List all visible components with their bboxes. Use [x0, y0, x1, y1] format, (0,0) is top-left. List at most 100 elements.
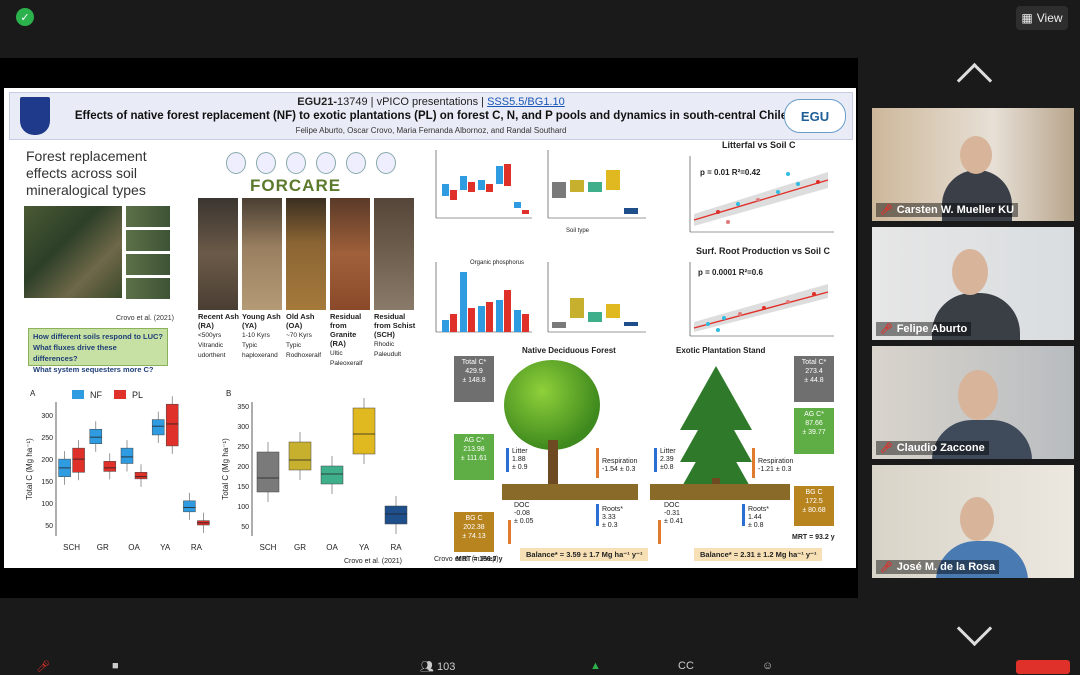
video-icon[interactable]: ■	[112, 660, 119, 672]
label: DOC	[514, 502, 530, 509]
abstract-line: EGU21-13749 | vPICO presentations | SSS5…	[10, 96, 852, 108]
error: ± 0.9	[512, 464, 528, 471]
value: -1.21 ± 0.3	[758, 466, 792, 473]
error: ± 111.61	[460, 455, 488, 462]
partner-logo	[256, 152, 276, 174]
value: 213.98	[463, 446, 485, 453]
participant-tile[interactable]: 🎤︎ Felipe Aburto	[872, 227, 1074, 340]
y-tick-label: 250	[237, 444, 249, 451]
nf-ag-c-box: AG C* 213.98 ± 111.61	[454, 434, 494, 480]
x-tick-label: YA	[359, 543, 370, 552]
session-link[interactable]: SSS5.5/BG1.10	[487, 96, 565, 108]
separator: |	[478, 96, 488, 108]
vpico-label: vPICO presentations	[376, 96, 479, 108]
leave-button[interactable]	[1016, 660, 1070, 674]
participant-tile[interactable]: 🎤︎ Carsten W. Mueller KU	[872, 108, 1074, 221]
y-tick-label: 300	[41, 413, 53, 420]
poster-authors: Felipe Aburto, Oscar Crovo, Maria Fernan…	[295, 126, 567, 135]
share-screen-icon[interactable]: ▲	[590, 660, 601, 672]
box-nf	[89, 428, 103, 444]
mute-icon[interactable]: 🎤︎	[36, 660, 50, 673]
pl-total-c-box: Total C* 273.4 ± 44.8	[794, 356, 834, 402]
legend-nf-swatch	[72, 390, 84, 399]
soil-label: Old Ash (OA) ~70 Kyrs Typic Rodhoxeralf	[286, 312, 330, 360]
nf-respiration-arrow	[596, 448, 599, 478]
soil-age: 1-10 Kyrs	[242, 332, 270, 339]
label: Litter	[512, 448, 528, 455]
soil-profile-photo	[198, 198, 238, 310]
pl-mrt: MRT = 93.2 y	[792, 534, 835, 541]
muted-mic-icon: 🎤︎	[880, 204, 893, 216]
participant-tile[interactable]: 🎤︎ José M. de la Rosa	[872, 465, 1074, 578]
scroll-up-chevron-icon[interactable]	[956, 62, 993, 99]
exotic-stand-title: Exotic Plantation Stand	[676, 346, 766, 355]
panel-label: A	[30, 389, 36, 398]
grid-icon: ▦	[1021, 11, 1033, 25]
participant-name: Carsten W. Mueller KU	[896, 204, 1015, 216]
abstract-number: 13749	[337, 96, 368, 108]
pl-roots-arrow	[742, 504, 745, 526]
error: ± 0.05	[514, 518, 534, 525]
participant-name: Felipe Aburto	[896, 323, 968, 335]
chart-b-total-c: 50 100 150 200 250 300 350 Total C (Mg ha⁻¹) B SC…	[221, 389, 408, 552]
soil-age: ~70 Kyrs	[286, 332, 312, 339]
litterfal-scatter	[668, 152, 836, 242]
map-thumbnail	[126, 230, 170, 251]
value: -1.54 ± 0.3	[602, 466, 636, 473]
participants-panel: 🎤︎ Carsten W. Mueller KU 🎤︎ Felipe Aburto …	[858, 58, 1080, 648]
deciduous-tree-canopy	[504, 360, 600, 450]
poster-slide: EGU21-13749 | vPICO presentations | SSS5…	[4, 88, 856, 568]
participant-head	[960, 136, 992, 174]
x-tick-label: GR	[294, 543, 306, 552]
participants-icon[interactable]: 👥︎ 103	[420, 660, 455, 673]
captions-icon[interactable]: CC	[678, 660, 694, 672]
y-tick-label: 250	[41, 435, 53, 442]
total-p-chart	[422, 258, 534, 340]
native-forest-title: Native Deciduous Forest	[522, 346, 616, 355]
separator: |	[367, 96, 377, 108]
question: How different soils respond to LUC?	[33, 332, 164, 341]
pl-respiration-flux: Respiration -1.21 ± 0.3	[758, 458, 793, 474]
participant-name-tag: 🎤︎ Carsten W. Mueller KU	[876, 203, 1019, 217]
scroll-down-chevron-icon[interactable]	[956, 610, 993, 647]
pl-ag-c-box: AG C* 87.66 ± 39.77	[794, 408, 834, 454]
y-tick-label: 100	[41, 501, 53, 508]
total-n-chart	[422, 146, 534, 226]
legend-pl-swatch	[114, 390, 126, 399]
participant-name-tag: 🎤︎ Felipe Aburto	[876, 322, 972, 336]
label: Total C*	[461, 359, 487, 366]
security-shield-icon[interactable]: ✓	[16, 8, 34, 26]
poster-title: Effects of native forest replacement (NF…	[74, 110, 788, 122]
y-tick-label: 350	[237, 404, 249, 411]
value: 1.88	[512, 456, 526, 463]
value: 1.44	[748, 514, 762, 521]
pl-litter-flux: Litter 2.39 ±0.8	[660, 448, 676, 472]
value: 2.39	[660, 456, 674, 463]
x-tick-label: OA	[326, 543, 338, 552]
muted-mic-icon: 🎤︎	[880, 561, 893, 573]
soil-name: Recent Ash (RA)	[198, 312, 239, 330]
label: Litter	[660, 448, 676, 455]
x-tick-label: RA	[390, 543, 402, 552]
error: ± 0.3	[602, 522, 618, 529]
label: BG C	[465, 515, 483, 522]
pl-bg-c-box: BG C 172.5 ± 80.68	[794, 486, 834, 526]
nf-litter-flux: Litter 1.88 ± 0.9	[512, 448, 528, 472]
participant-tile[interactable]: 🎤︎ Claudio Zaccone	[872, 346, 1074, 459]
soil-label: Young Ash (YA) 1-10 Kyrs Typic haploxerand	[242, 312, 286, 360]
reactions-icon[interactable]: ☺︎	[762, 660, 773, 672]
forest-citation: Crovo et al. (in Prep)	[434, 556, 499, 563]
question: What system sequesters more C?	[33, 365, 154, 374]
x-tick-label: OA	[128, 543, 140, 552]
muted-mic-icon: 🎤︎	[880, 442, 893, 454]
participant-head	[960, 497, 994, 541]
soil-profile-photo	[330, 198, 370, 310]
box-pl	[72, 447, 85, 473]
soil-label: Residual from Schist (SCH) Rhodic Paleudu…	[374, 312, 418, 359]
organic-p-legend: Organic phosphorus	[470, 260, 525, 266]
nf-litter-arrow	[506, 448, 509, 472]
label: DOC	[664, 502, 680, 509]
view-button[interactable]: ▦ View	[1016, 6, 1068, 30]
nf-balance: Balance* = 3.59 ± 1.7 Mg ha⁻¹ y⁻¹	[520, 548, 649, 561]
label: AG C*	[464, 437, 484, 444]
